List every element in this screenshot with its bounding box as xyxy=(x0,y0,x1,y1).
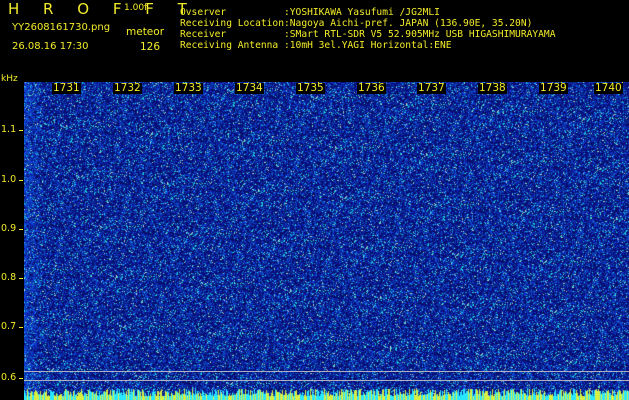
version-label: 1.00f xyxy=(124,3,148,13)
info-key-receiver: Receiver xyxy=(180,29,227,40)
time-tick-label: 1735 xyxy=(296,82,325,94)
spectrogram-canvas xyxy=(24,82,629,400)
y-tick-mark xyxy=(19,180,23,181)
hroft-viewer: H R O F F T 1.00f YY2608161730.png meteo… xyxy=(0,0,629,400)
y-tick-label: 1.0 xyxy=(1,174,17,185)
y-tick-mark xyxy=(19,378,23,379)
time-tick-label: 1734 xyxy=(235,82,264,94)
y-axis-unit: kHz xyxy=(1,74,18,84)
frequency-marker-line xyxy=(24,371,629,372)
time-tick-label: 1740 xyxy=(594,82,623,94)
frequency-marker-line xyxy=(24,380,629,381)
y-tick-label: 0.9 xyxy=(1,223,17,234)
time-tick-label: 1733 xyxy=(174,82,203,94)
info-value-receiver: :SMart RTL-SDR V5 52.905MHz USB HIGASHIM… xyxy=(284,29,556,40)
spectrogram[interactable]: 1731 1732 1733 1734 1735 1736 1737 1738 … xyxy=(24,82,629,400)
info-value-observer: :YOSHIKAWA Yasufumi /JG2MLI xyxy=(284,7,440,18)
info-value-antenna: :10mH 3el.YAGI Horizontal:ENE xyxy=(284,40,452,51)
time-tick-label: 1736 xyxy=(357,82,386,94)
y-tick-mark xyxy=(19,327,23,328)
time-tick-label: 1732 xyxy=(113,82,142,94)
info-key-antenna: Receiving Antenna xyxy=(180,40,279,51)
time-tick-label: 1737 xyxy=(417,82,446,94)
y-tick-label: 0.7 xyxy=(1,321,17,332)
y-tick-label: 0.6 xyxy=(1,372,17,383)
y-tick-mark xyxy=(19,229,23,230)
time-tick-label: 1731 xyxy=(52,82,81,94)
filename-label: YY2608161730.png xyxy=(12,22,111,33)
count-label: 126 xyxy=(140,41,161,53)
datetime-label: 26.08.16 17:30 xyxy=(12,41,89,52)
time-tick-label: 1738 xyxy=(478,82,507,94)
info-key-location: Receiving Location xyxy=(180,18,284,29)
y-tick-label: 1.1 xyxy=(1,124,17,135)
app-title: H R O F F T xyxy=(8,0,197,18)
mode-label: meteor xyxy=(126,26,165,38)
y-tick-mark xyxy=(19,278,23,279)
time-tick-label: 1739 xyxy=(539,82,568,94)
y-tick-mark xyxy=(19,130,23,131)
info-key-observer: Ovserver xyxy=(180,7,227,18)
y-tick-label: 0.8 xyxy=(1,272,17,283)
info-value-location: :Nagoya Aichi-pref. JAPAN (136.90E, 35.2… xyxy=(284,18,533,29)
